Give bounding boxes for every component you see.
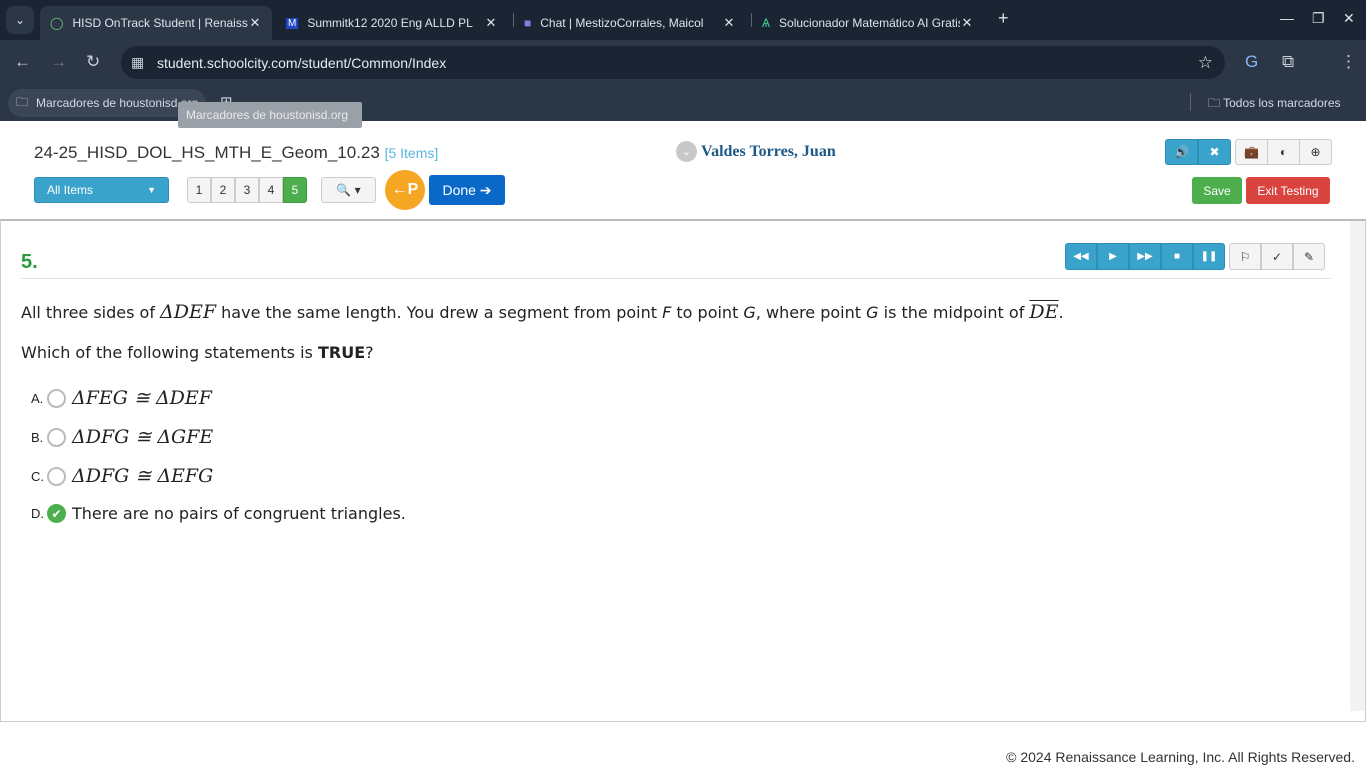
tools-button[interactable]: ✖	[1198, 139, 1231, 165]
summit-icon: M	[286, 17, 299, 29]
loading-icon: ◯	[50, 16, 64, 30]
answer-option-d[interactable]: D. ✔ There are no pairs of congruent trian…	[31, 504, 406, 523]
notes-button[interactable]: ✎	[1293, 243, 1325, 270]
close-icon[interactable]: ✕	[722, 15, 736, 31]
option-letter: B.	[31, 429, 44, 445]
divider	[1190, 93, 1191, 111]
menu-icon[interactable]: ⋮	[1340, 52, 1357, 72]
item-button-1[interactable]: 1	[187, 177, 211, 203]
translate-icon[interactable]: G	[1245, 52, 1258, 72]
rewind-button[interactable]: ◀◀	[1065, 243, 1097, 270]
back-button[interactable]: ←	[14, 52, 31, 72]
folder-icon: 🗀	[1208, 96, 1224, 110]
scrollbar[interactable]	[1350, 221, 1365, 711]
tab-search-button[interactable]: ⌄	[6, 6, 34, 34]
bookmark-folder[interactable]: 🗀 Marcadores de houstonisd.org	[8, 89, 207, 117]
option-text: There are no pairs of congruent triangle…	[72, 504, 406, 523]
tab-summit[interactable]: M Summitk12 2020 Eng ALLD PL ✕	[276, 6, 508, 40]
option-text: ΔFEG ≅ ΔDEF	[72, 387, 212, 409]
extensions-icon[interactable]: ⧉	[1282, 52, 1294, 72]
exit-testing-button[interactable]: Exit Testing	[1246, 177, 1330, 204]
site-info-icon[interactable]: ▦	[131, 54, 144, 71]
answer-option-c[interactable]: C. ΔDFG ≅ ΔEFG	[31, 465, 213, 487]
search-dropdown[interactable]: 🔍 ▾	[321, 177, 376, 203]
test-title: 24-25_HISD_DOL_HS_MTH_E_Geom_10.23 [5 It…	[34, 143, 439, 162]
fast-forward-button[interactable]: ▶▶	[1129, 243, 1161, 270]
student-name: ⌄ Valdes Torres, Juan	[676, 141, 836, 162]
chevron-down-icon[interactable]: ⌄	[676, 141, 697, 162]
option-letter: C.	[31, 468, 44, 484]
close-icon[interactable]: ✕	[248, 15, 262, 31]
item-button-5[interactable]: 5	[283, 177, 307, 203]
zoom-button[interactable]: ⊕	[1299, 139, 1332, 165]
audio-controls: ◀◀ ▶ ▶▶ ■ ❚❚	[1065, 243, 1225, 270]
close-icon[interactable]: ✕	[484, 15, 498, 31]
restore-button[interactable]: ❐	[1312, 10, 1325, 27]
question-prompt: Which of the following statements is TRU…	[21, 343, 374, 362]
question-text: All three sides of ΔDEF have the same le…	[21, 301, 1064, 323]
checked-radio-icon[interactable]: ✔	[47, 504, 66, 523]
item-button-3[interactable]: 3	[235, 177, 259, 203]
radio-button[interactable]	[47, 466, 66, 486]
pause-button[interactable]: ← P	[385, 170, 425, 210]
footer: © 2024 Renaissance Learning, Inc. All Ri…	[1006, 749, 1355, 765]
divider	[21, 278, 1331, 279]
forward-button[interactable]: →	[50, 52, 67, 72]
option-letter: D.	[31, 506, 44, 521]
minimize-button[interactable]: —	[1280, 10, 1294, 26]
item-tools: ⚐ ✓ ✎	[1229, 243, 1325, 270]
tab-bar: ⌄ ◯HISD OnTrack Student | Renaissance✕ M…	[0, 0, 1366, 40]
reload-button[interactable]: ↻	[86, 52, 100, 72]
pause-audio-button[interactable]: ❚❚	[1193, 243, 1225, 270]
briefcase-button[interactable]: 💼	[1235, 139, 1268, 165]
close-window-button[interactable]: ✕	[1343, 10, 1355, 27]
tooltip: Marcadores de houstonisd.org	[178, 102, 362, 128]
bookmark-star-icon[interactable]: ☆	[1198, 53, 1213, 73]
item-count: [5 Items]	[384, 145, 439, 161]
done-button[interactable]: Done ➔	[429, 175, 505, 205]
option-letter: A.	[31, 390, 44, 406]
tab-solucionador[interactable]: Ѧ Solucionador Matemático AI Gratis ✕	[752, 6, 984, 40]
teams-icon: ■	[524, 16, 532, 30]
all-items-dropdown[interactable]: All Items ▼	[34, 177, 169, 203]
new-tab-button[interactable]: +	[998, 8, 1009, 29]
answer-option-a[interactable]: A. ΔFEG ≅ ΔDEF	[31, 387, 212, 409]
question-panel: 5. ◀◀ ▶ ▶▶ ■ ❚❚ ⚐ ✓ ✎ All three sides of ΔDEF …	[0, 219, 1366, 722]
eliminate-button[interactable]: ✓	[1261, 243, 1293, 270]
play-button[interactable]: ▶	[1097, 243, 1129, 270]
item-pager: 12345	[187, 177, 307, 203]
tab-teams-chat[interactable]: ■ Chat | MestizoCorrales, Maicol ✕	[514, 6, 746, 40]
save-button[interactable]: Save	[1192, 177, 1242, 204]
option-text: ΔDFG ≅ ΔGFE	[72, 426, 214, 448]
item-button-2[interactable]: 2	[211, 177, 235, 203]
speaker-button[interactable]: 🔊	[1165, 139, 1198, 165]
all-bookmarks[interactable]: 🗀 Todos los marcadores	[1208, 94, 1341, 115]
item-button-4[interactable]: 4	[259, 177, 283, 203]
folder-icon: 🗀	[16, 94, 29, 109]
toolbar: ▦ student.schoolcity.com/student/Common/I…	[0, 40, 1366, 85]
flag-button[interactable]: ⚐	[1229, 243, 1261, 270]
question-number: 5.	[21, 251, 38, 273]
compass-icon: Ѧ	[762, 16, 771, 30]
caret-down-icon: ▼	[147, 185, 156, 195]
radio-button[interactable]	[47, 388, 66, 408]
tab-hisd[interactable]: ◯HISD OnTrack Student | Renaissance✕	[40, 6, 272, 40]
stop-button[interactable]: ■	[1161, 243, 1193, 270]
answer-option-b[interactable]: B. ΔDFG ≅ ΔGFE	[31, 426, 213, 448]
address-bar[interactable]: ▦ student.schoolcity.com/student/Common/I…	[121, 46, 1225, 79]
option-text: ΔDFG ≅ ΔEFG	[72, 465, 214, 487]
close-icon[interactable]: ✕	[960, 15, 974, 31]
radio-button[interactable]	[47, 427, 66, 447]
contrast-button[interactable]: ◐	[1267, 139, 1300, 165]
